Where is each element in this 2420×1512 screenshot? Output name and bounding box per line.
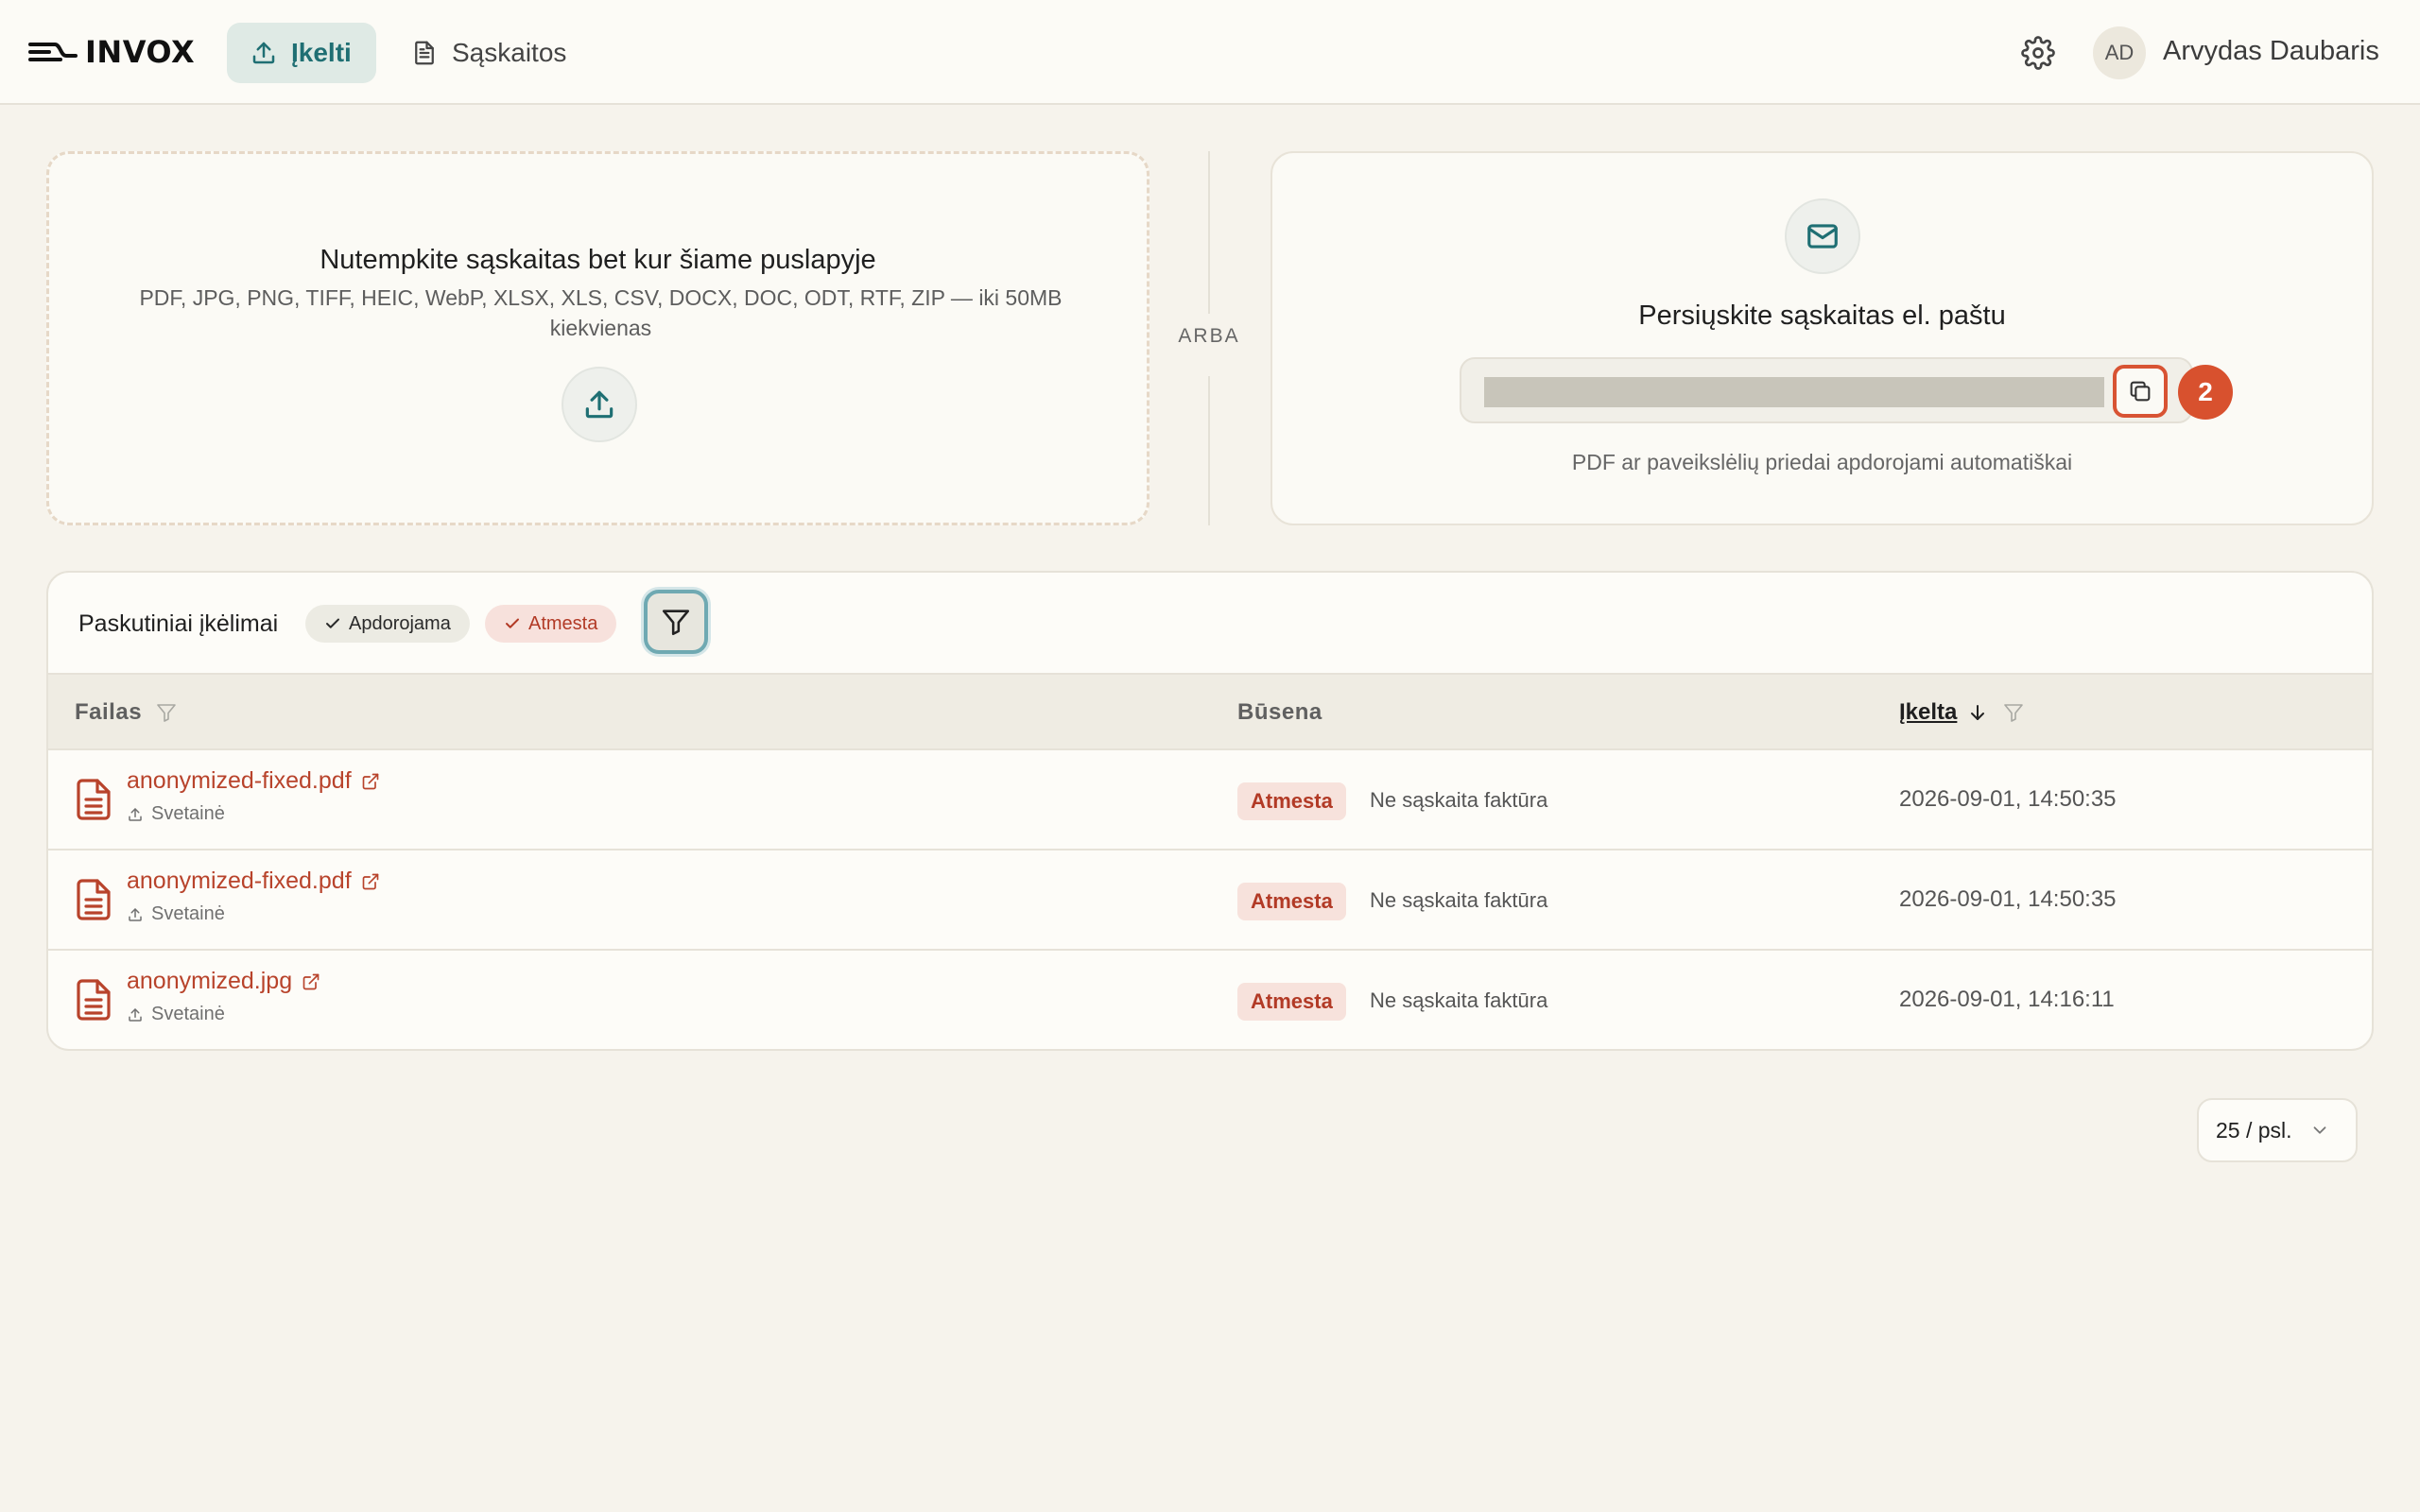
email-address-field[interactable]	[1460, 357, 2193, 423]
file-source: Svetainė	[127, 1004, 225, 1025]
table-row[interactable]: anonymized-fixed.pdf Svetainė Atmesta Ne…	[48, 850, 2372, 951]
upload-file-button[interactable]	[562, 367, 637, 442]
filter-icon[interactable]	[2002, 701, 2025, 724]
sort-desc-icon[interactable]	[1966, 701, 1989, 724]
nav-invoices-label: Sąskaitos	[452, 38, 567, 67]
recent-uploads-title: Paskutiniai įkėlimai	[78, 610, 279, 637]
upload-date: 2026-09-01, 14:50:35	[1899, 886, 2117, 912]
column-status-label: Būsena	[1237, 699, 1322, 725]
gear-icon[interactable]	[2021, 36, 2055, 70]
filter-chip-rejected[interactable]: Atmesta	[485, 605, 617, 643]
file-source: Svetainė	[127, 903, 225, 925]
file-name[interactable]: anonymized.jpg	[127, 968, 292, 995]
upload-icon	[129, 1007, 142, 1022]
filter-button[interactable]	[644, 590, 708, 654]
external-link-icon[interactable]	[302, 972, 320, 991]
column-header-file: Failas	[75, 699, 178, 726]
file-name[interactable]: anonymized-fixed.pdf	[127, 767, 352, 795]
column-header-status: Būsena	[1237, 699, 1322, 726]
copy-email-button[interactable]	[2113, 365, 2168, 418]
upload-icon	[252, 42, 275, 64]
check-icon	[506, 618, 519, 628]
check-icon	[326, 618, 339, 628]
table-row[interactable]: anonymized-fixed.pdf Svetainė Atmesta Ne…	[48, 750, 2372, 850]
chip-processing-label: Apdorojama	[349, 612, 451, 634]
step-marker: 2	[2178, 365, 2233, 420]
status-reason: Ne sąskaita faktūra	[1370, 788, 1548, 812]
dropzone-formats: PDF, JPG, PNG, TIFF, HEIC, WebP, XLSX, X…	[139, 285, 1063, 340]
file-source: Svetainė	[127, 803, 225, 825]
nav-upload-label: Įkelti	[291, 38, 352, 67]
upload-dropzone[interactable]: Nutempkite sąskaitas bet kur šiame pusla…	[46, 151, 1150, 525]
chevron-down-icon	[2313, 1126, 2325, 1134]
user-initials: AD	[2104, 41, 2135, 64]
nav-upload-button[interactable]: Įkelti	[227, 23, 376, 83]
upload-date: 2026-09-01, 14:16:11	[1899, 987, 2115, 1012]
external-link-icon[interactable]	[361, 872, 380, 891]
separator-label: ARBA	[1178, 325, 1240, 347]
separator-line-top	[1208, 151, 1210, 314]
document-icon	[415, 41, 434, 65]
app-name: INVOX	[85, 34, 196, 70]
page-size-select[interactable]: 25 / psl.	[2197, 1098, 2358, 1162]
status-badge: Atmesta	[1237, 983, 1346, 1021]
filter-chip-processing[interactable]: Apdorojama	[305, 605, 470, 643]
status-reason: Ne sąskaita faktūra	[1370, 988, 1548, 1012]
file-icon	[77, 779, 111, 820]
file-source-label: Svetainė	[151, 803, 225, 824]
mail-icon-badge	[1785, 198, 1860, 274]
file-name-link[interactable]: anonymized.jpg	[127, 968, 320, 995]
mail-icon	[1807, 224, 1838, 249]
user-name[interactable]: Arvydas Daubaris	[2163, 36, 2379, 67]
recent-uploads-panel: Paskutiniai įkėlimai Apdorojama Atmesta …	[46, 571, 2374, 1051]
file-name-link[interactable]: anonymized-fixed.pdf	[127, 767, 380, 795]
user-avatar[interactable]: AD	[2093, 26, 2146, 79]
nav-invoices-button[interactable]: Sąskaitos	[388, 23, 589, 83]
upload-date: 2026-09-01, 14:50:35	[1899, 786, 2117, 812]
filter-icon[interactable]	[155, 701, 178, 724]
file-name-link[interactable]: anonymized-fixed.pdf	[127, 868, 380, 895]
table-row[interactable]: anonymized.jpg Svetainė Atmesta Ne sąska…	[48, 951, 2372, 1049]
logo-mark-icon	[28, 43, 78, 61]
column-uploaded-label[interactable]: Įkelta	[1899, 699, 1957, 726]
file-icon	[77, 979, 111, 1021]
file-source-label: Svetainė	[151, 903, 225, 924]
status-badge: Atmesta	[1237, 782, 1346, 820]
email-card-title: Persiųskite sąskaitas el. paštu	[1638, 301, 2006, 331]
table-header: Failas Būsena Įkelta	[48, 673, 2372, 750]
email-forward-card: Persiųskite sąskaitas el. paštu 2 PDF ar…	[1270, 151, 2374, 525]
upload-icon	[129, 807, 142, 821]
external-link-icon[interactable]	[361, 772, 380, 791]
status-reason: Ne sąskaita faktūra	[1370, 888, 1548, 912]
copy-icon	[2130, 381, 2151, 402]
page-size-value: 25 / psl.	[2216, 1117, 2292, 1143]
upload-icon	[129, 907, 142, 921]
upload-icon	[585, 390, 614, 419]
logo[interactable]: INVOX	[28, 34, 195, 70]
file-name[interactable]: anonymized-fixed.pdf	[127, 868, 352, 895]
file-icon	[77, 879, 111, 920]
separator-line-bottom	[1208, 376, 1210, 525]
email-card-note: PDF ar paveikslėlių priedai apdorojami a…	[1571, 450, 2073, 474]
filter-icon	[662, 610, 690, 636]
column-file-label: Failas	[75, 699, 143, 725]
file-source-label: Svetainė	[151, 1004, 225, 1024]
status-badge: Atmesta	[1237, 883, 1346, 920]
dropzone-title: Nutempkite sąskaitas bet kur šiame pusla…	[320, 245, 876, 275]
top-bar: INVOX Įkelti Sąskaitos AD Arvydas Daubar…	[0, 0, 2420, 105]
email-address-redacted	[1484, 377, 2104, 407]
chip-rejected-label: Atmesta	[528, 612, 598, 634]
column-header-uploaded[interactable]: Įkelta	[1899, 699, 2025, 726]
